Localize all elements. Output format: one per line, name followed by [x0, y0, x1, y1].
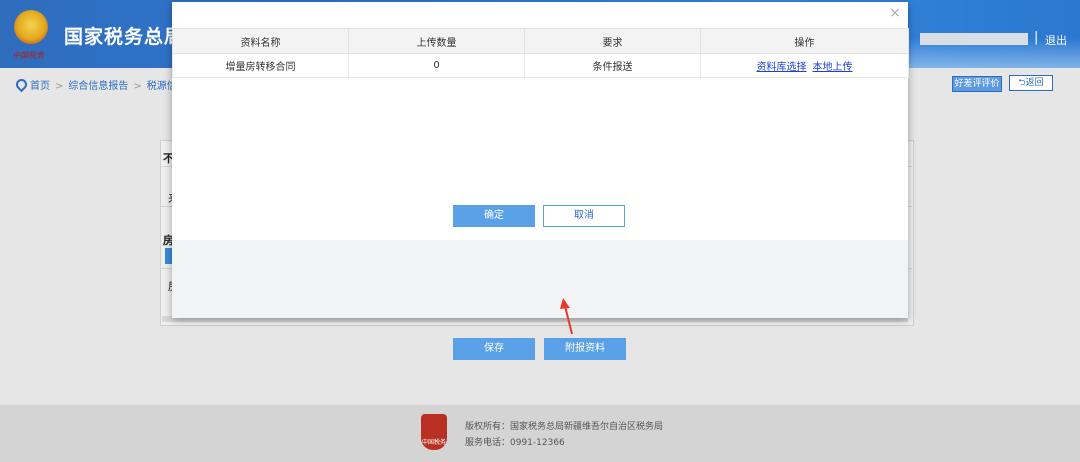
- site-title: 国家税务总局: [64, 26, 185, 48]
- back-button[interactable]: ⮌返回: [1009, 75, 1053, 91]
- emblem-caption: 中国税务: [12, 51, 44, 60]
- breadcrumb-separator: >: [55, 81, 64, 92]
- header-separator: |: [1034, 30, 1039, 45]
- footer-copyright: 版权所有：国家税务总局新疆维吾尔自治区税务局: [465, 422, 664, 432]
- tax-shield-logo-icon: 中国税务: [421, 414, 447, 450]
- material-name: 增量房转移合同: [172, 53, 349, 78]
- attach-materials-button[interactable]: 附报资料: [544, 338, 626, 360]
- confirm-button[interactable]: 确定: [453, 205, 535, 227]
- table-header-row: 资料名称 上传数量 要求 操作: [172, 28, 909, 54]
- column-header-count: 上传数量: [348, 28, 525, 54]
- materials-table: 资料名称 上传数量 要求 操作 增量房转移合同 0 条件报送 资料库选择 本地上传: [172, 28, 909, 78]
- site-footer: 中国税务 版权所有：国家税务总局新疆维吾尔自治区税务局 服务电话：0991-12…: [0, 405, 1080, 462]
- breadcrumb-home[interactable]: 首页: [30, 81, 50, 92]
- action-cell: 资料库选择 本地上传: [700, 53, 909, 78]
- breadcrumb: 首页>综合信息报告>税源信息报: [13, 76, 197, 93]
- column-header-action: 操作: [700, 28, 909, 54]
- back-button-label: 返回: [1025, 78, 1044, 88]
- column-header-name: 资料名称: [172, 28, 349, 54]
- cancel-button[interactable]: 取消: [543, 205, 625, 227]
- back-arrow-icon: ⮌: [1018, 78, 1026, 88]
- red-arrow-icon: [560, 298, 573, 335]
- breadcrumb-separator: >: [133, 81, 142, 92]
- logout-link[interactable]: 退出: [1045, 32, 1067, 48]
- requirement: 条件报送: [524, 53, 701, 78]
- footer-phone: 服务电话：0991-12366: [465, 438, 565, 448]
- column-header-requirement: 要求: [524, 28, 701, 54]
- username-masked: [920, 33, 1028, 45]
- dialog-footer-area: [172, 240, 908, 318]
- breadcrumb-item[interactable]: 综合信息报告: [68, 81, 128, 92]
- upload-count: 0: [348, 53, 525, 78]
- upload-materials-dialog: × 资料名称 上传数量 要求 操作 增量房转移合同 0 条件报送 资料库选择 本地…: [172, 2, 909, 318]
- select-from-library-link[interactable]: 资料库选择: [757, 62, 807, 73]
- close-icon[interactable]: ×: [888, 6, 902, 20]
- local-upload-link[interactable]: 本地上传: [813, 62, 853, 73]
- footer-logo-text: 中国税务: [421, 439, 446, 446]
- tax-emblem-icon: [14, 10, 48, 44]
- rate-button[interactable]: 好差评评价: [952, 76, 1002, 92]
- table-row: 增量房转移合同 0 条件报送 资料库选择 本地上传: [172, 53, 909, 78]
- location-pin-icon: [13, 76, 30, 93]
- save-button[interactable]: 保存: [453, 338, 535, 360]
